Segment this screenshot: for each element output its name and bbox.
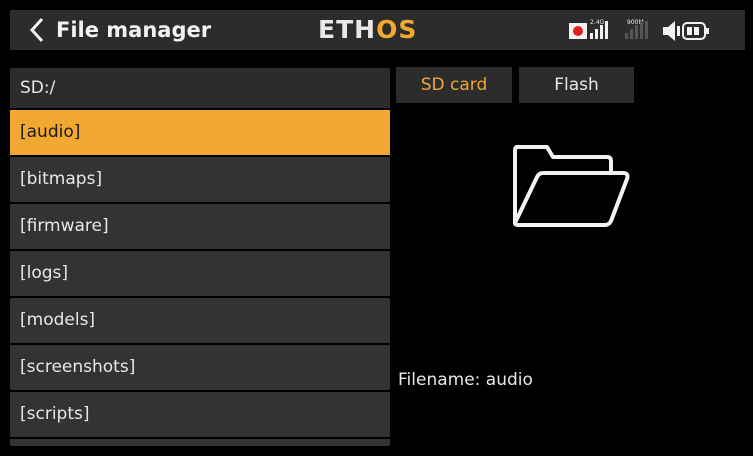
folder-open-icon	[513, 145, 630, 227]
list-item-screenshots[interactable]: [screenshots]	[10, 345, 390, 390]
signal-900-bars-icon: 900M	[625, 19, 648, 39]
list-item-firmware[interactable]: [firmware]	[10, 204, 390, 249]
file-list: [audio] [bitmaps] [firmware] [logs] [mod…	[10, 110, 390, 439]
ethos-logo: ETHOS	[318, 15, 418, 44]
list-item-bitmaps[interactable]: [bitmaps]	[10, 157, 390, 202]
status-area: 2.4G 900M	[567, 16, 737, 44]
page-title: File manager	[56, 18, 212, 42]
speaker-icon	[663, 21, 680, 41]
current-path: SD:/	[10, 68, 390, 108]
list-overflow[interactable]	[10, 439, 390, 446]
list-item-models[interactable]: [models]	[10, 298, 390, 343]
chevron-left-icon	[29, 17, 44, 43]
battery-icon	[682, 22, 709, 40]
record-icon	[569, 23, 587, 39]
tab-flash[interactable]: Flash	[519, 67, 634, 103]
list-item-scripts[interactable]: [scripts]	[10, 392, 390, 437]
title-bar: File manager ETHOS 2.4G 900M	[10, 10, 745, 50]
svg-text:2.4G: 2.4G	[590, 19, 605, 26]
list-item-audio[interactable]: [audio]	[10, 110, 390, 155]
list-item-logs[interactable]: [logs]	[10, 251, 390, 296]
filename-label: Filename: audio	[398, 370, 533, 390]
tab-sd-card[interactable]: SD card	[396, 67, 512, 103]
signal-bars-icon: 2.4G	[590, 19, 608, 39]
back-button[interactable]	[22, 14, 52, 46]
